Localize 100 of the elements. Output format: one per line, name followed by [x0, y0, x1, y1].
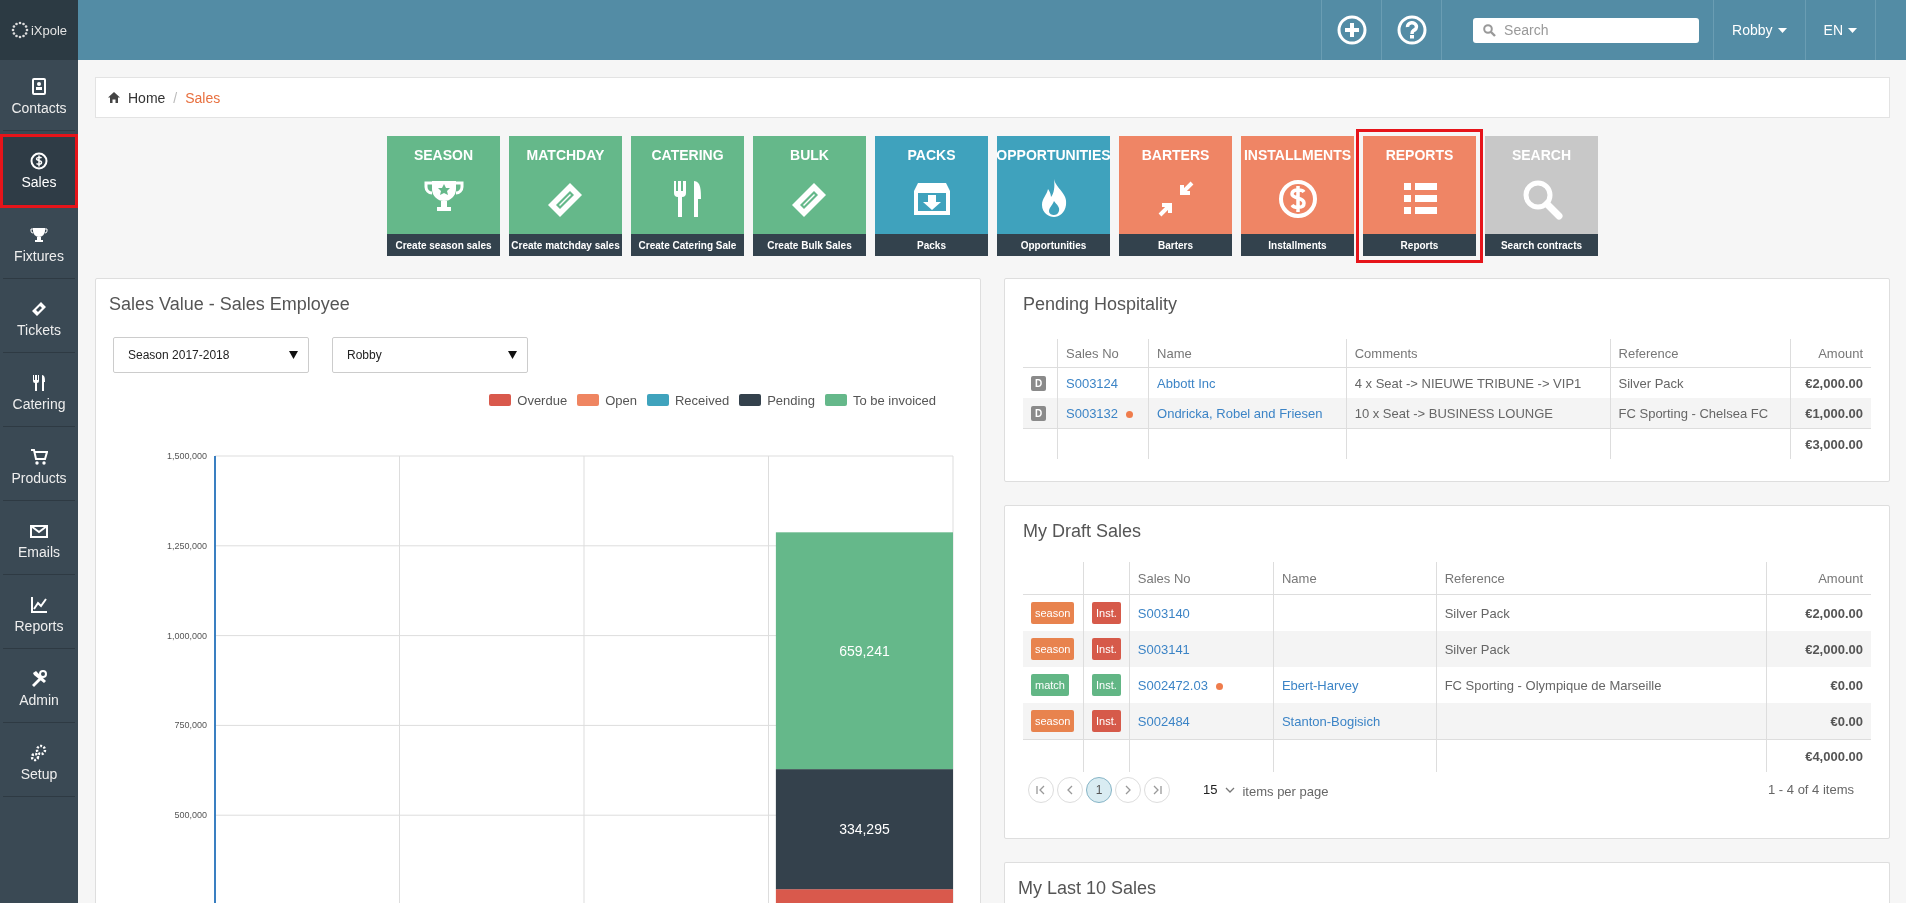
next-page-button[interactable] [1115, 776, 1141, 803]
table-cell: 4 x Seat -> NIEUWE TRIBUNE -> VIP1 [1354, 375, 1582, 391]
total-amount: €4,000.00 [1805, 748, 1863, 764]
home-icon [108, 92, 120, 103]
action-tile[interactable]: SEASON Create season sales [387, 136, 500, 256]
ticket-icon [30, 300, 48, 318]
table-cell: FC Sporting - Olympique de Marseille [1444, 677, 1662, 693]
caret-icon [1848, 27, 1857, 33]
sidebar-item[interactable]: Reports [0, 578, 78, 652]
page-button[interactable]: 1 [1086, 776, 1112, 803]
amount-cell: €2,000.00 [1805, 375, 1863, 391]
breadcrumb-separator: / [173, 89, 178, 106]
column-header: Amount [1790, 339, 1871, 368]
total-amount: €3,000.00 [1805, 436, 1863, 452]
payment-tag: Inst. [1092, 602, 1121, 624]
sidebar-item[interactable]: Setup [0, 726, 78, 800]
customer-link[interactable]: Stanton-Bogisich [1281, 713, 1381, 729]
last-page-button[interactable] [1144, 776, 1170, 803]
sidebar-item[interactable]: Sales [0, 134, 78, 208]
filter-select[interactable]: Robby [332, 337, 528, 373]
first-page-button[interactable] [1028, 776, 1054, 803]
previous-page-button[interactable] [1057, 776, 1083, 803]
card-title: Sales Value - Sales Employee [108, 293, 351, 315]
sidebar-item[interactable]: Tickets [0, 282, 78, 356]
logo-text: iXpole [30, 22, 68, 38]
sales-number-link[interactable]: S003132 [1066, 405, 1119, 421]
type-tag: match [1031, 674, 1069, 696]
action-tile[interactable]: BARTERS Barters [1119, 136, 1232, 256]
legend-label: Open [605, 392, 637, 408]
payment-tag: Inst. [1092, 710, 1121, 732]
table-cell: 10 x Seat -> BUSINESS LOUNGE [1354, 405, 1553, 421]
legend-label: Overdue [517, 392, 568, 408]
page-size-select[interactable]: 15 [1203, 782, 1236, 797]
customer-link[interactable]: Ondricka, Robel and Friesen [1157, 405, 1323, 421]
customer-link[interactable]: Ebert-Harvey [1281, 677, 1359, 693]
action-tile[interactable]: OPPORTUNITIES Opportunities [997, 136, 1110, 256]
amount-cell: €0.00 [1830, 713, 1863, 729]
action-tile[interactable]: REPORTS Reports [1356, 129, 1483, 263]
caret-icon [508, 351, 517, 359]
data-label: 334,295 [839, 821, 890, 838]
table-cell: Silver Pack [1444, 641, 1510, 657]
filter-select[interactable]: Season 2017-2018 [113, 337, 309, 373]
gears-icon [30, 744, 48, 762]
dollar-coin-icon [30, 152, 48, 170]
tick-label: 1,500,000 [166, 451, 207, 461]
user-menu[interactable]: Robby [1713, 0, 1805, 60]
sales-number-link[interactable]: S002484 [1137, 713, 1190, 729]
type-tag: season [1031, 602, 1075, 624]
action-tile[interactable]: PACKS Packs [875, 136, 988, 256]
sidebar-item[interactable]: Emails [0, 504, 78, 578]
column-header: Reference [1436, 562, 1767, 595]
page-size-label: items per page [1242, 784, 1329, 799]
column-header: Sales No [1129, 562, 1274, 595]
column-header: Reference [1610, 339, 1791, 368]
search-field[interactable]: Search [1473, 17, 1700, 43]
table-cell: FC Sporting - Chelsea FC [1618, 405, 1769, 421]
data-label: 659,241 [839, 642, 890, 659]
sidebar-item[interactable]: Fixtures [0, 208, 78, 282]
envelope-icon [30, 522, 48, 540]
sales-number-link[interactable]: S003124 [1066, 375, 1119, 391]
chevron-down-icon [1225, 786, 1236, 793]
amount-cell: €0.00 [1830, 677, 1863, 693]
type-tag: season [1031, 638, 1075, 660]
tick-label: 1,000,000 [166, 630, 207, 641]
language-menu[interactable]: EN [1804, 0, 1875, 60]
tick-label: 1,250,000 [166, 540, 207, 551]
plus-circle-icon [1336, 15, 1367, 45]
action-tile[interactable]: BULK Create Bulk Sales [753, 136, 866, 256]
action-tile[interactable]: CATERING Create Catering Sale [631, 136, 744, 256]
payment-tag: Inst. [1092, 638, 1121, 660]
status-badge: D [1031, 406, 1047, 421]
amount-cell: €2,000.00 [1805, 641, 1863, 657]
search-icon [1483, 23, 1497, 37]
trophy-icon [30, 226, 48, 244]
sidebar-item[interactable]: Catering [0, 356, 78, 430]
column-header: Name [1148, 339, 1347, 368]
breadcrumb-link[interactable]: Home [128, 89, 166, 106]
chart-icon [30, 596, 48, 614]
sales-number-link[interactable]: S003140 [1137, 605, 1190, 621]
legend-label: Pending [767, 392, 815, 408]
payment-tag: Inst. [1092, 674, 1121, 696]
sidebar-item[interactable]: Contacts [0, 60, 78, 134]
column-header: Amount [1766, 562, 1871, 595]
action-tile[interactable]: INSTALLMENTS Installments [1241, 136, 1354, 256]
column-header: Name [1273, 562, 1437, 595]
help-icon [1396, 15, 1427, 45]
amount-cell: €2,000.00 [1805, 605, 1863, 621]
action-tile[interactable]: MATCHDAY Create matchday sales [509, 136, 622, 256]
tick-label: 500,000 [174, 810, 207, 821]
sidebar-item[interactable]: Admin [0, 652, 78, 726]
sales-number-link[interactable]: S003141 [1137, 641, 1190, 657]
sidebar-item[interactable]: Products [0, 430, 78, 504]
amount-cell: €1,000.00 [1805, 405, 1863, 421]
id-card-icon [30, 78, 48, 96]
caret-icon [1777, 27, 1787, 33]
sales-number-link[interactable]: S002472.03 [1137, 677, 1208, 693]
customer-link[interactable]: Abbott Inc [1157, 375, 1216, 391]
card-title: Pending Hospitality [1023, 293, 1179, 315]
card-title: My Draft Sales [1023, 520, 1143, 542]
status-badge: D [1031, 376, 1047, 391]
